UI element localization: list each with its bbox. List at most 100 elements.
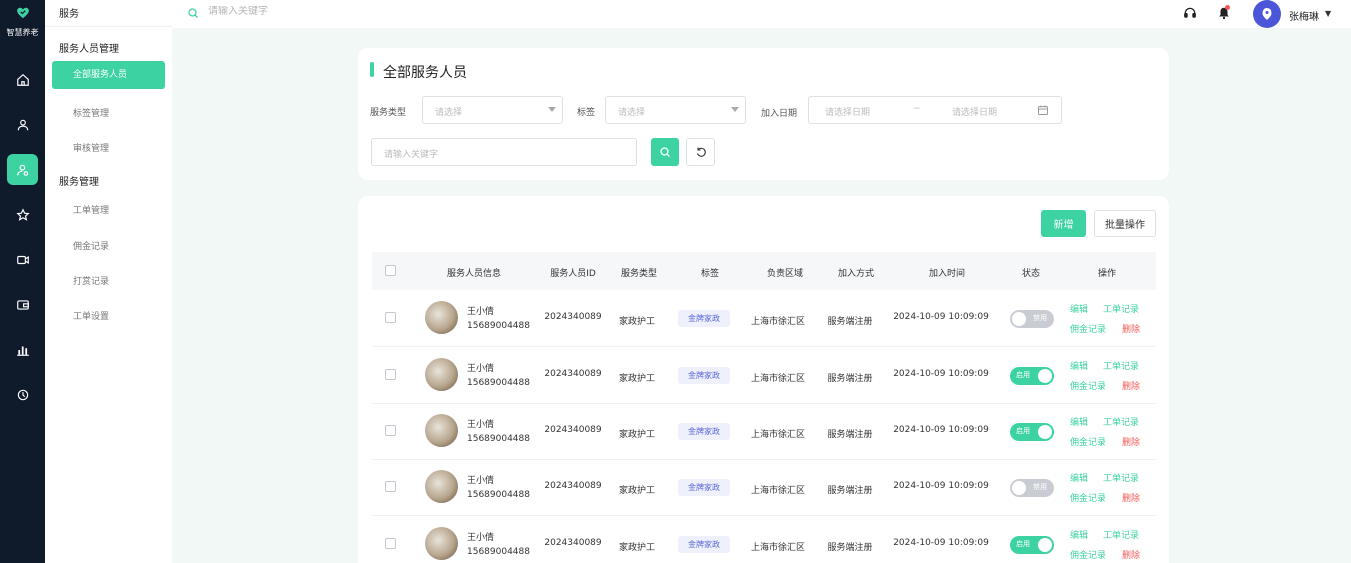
service-type: 家政护工 bbox=[618, 486, 656, 496]
th-join-time: 加入时间 bbox=[928, 269, 966, 279]
join-time: 2024-10-09 10:09:09 bbox=[893, 369, 989, 379]
toggle-knob bbox=[1038, 369, 1052, 383]
service-area: 上海市徐汇区 bbox=[750, 374, 806, 384]
staff-phone: 15689004488 bbox=[467, 490, 530, 500]
service-type-select[interactable]: 请选择 bbox=[422, 96, 563, 124]
search-button[interactable] bbox=[651, 138, 679, 166]
rail-history[interactable] bbox=[7, 379, 38, 410]
table-row: 王小倩 15689004488 2024340089 家政护工 金牌家政 上海市… bbox=[372, 403, 1156, 460]
subnav-item-orders[interactable]: 工单管理 bbox=[73, 203, 109, 216]
keyword-input[interactable]: 请输入关键字 bbox=[371, 138, 637, 166]
calendar-icon bbox=[1038, 105, 1048, 115]
search-icon bbox=[188, 8, 198, 18]
subnav-item-order-settings[interactable]: 工单设置 bbox=[73, 309, 109, 322]
row-checkbox[interactable] bbox=[385, 425, 396, 436]
subnav-item-commission[interactable]: 佣金记录 bbox=[73, 239, 109, 252]
delete-link[interactable]: 删除 bbox=[1122, 322, 1140, 335]
top-bar: 张梅琳 ▼ bbox=[172, 0, 1351, 28]
status-toggle[interactable]: 启用 bbox=[1010, 367, 1054, 385]
order-records-link[interactable]: 工单记录 bbox=[1103, 415, 1139, 428]
staff-id: 2024340089 bbox=[544, 312, 602, 322]
delete-link[interactable]: 删除 bbox=[1122, 548, 1140, 561]
service-area: 上海市徐汇区 bbox=[750, 430, 806, 440]
subnav-item-tags[interactable]: 标签管理 bbox=[73, 106, 109, 119]
table-row: 王小倩 15689004488 2024340089 家政护工 金牌家政 上海市… bbox=[372, 290, 1156, 347]
caret-down-icon[interactable]: ▼ bbox=[1325, 9, 1331, 18]
commission-records-link[interactable]: 佣金记录 bbox=[1070, 322, 1106, 335]
subnav-section-staff[interactable]: 服务人员管理 bbox=[59, 40, 119, 55]
order-records-link[interactable]: 工单记录 bbox=[1103, 359, 1139, 372]
edit-link[interactable]: 编辑 bbox=[1070, 471, 1088, 484]
staff-avatar bbox=[425, 358, 458, 391]
commission-records-link[interactable]: 佣金记录 bbox=[1070, 548, 1106, 561]
service-area: 上海市徐汇区 bbox=[750, 486, 806, 496]
app-logo[interactable]: 智慧养老 bbox=[0, 6, 45, 38]
reset-button[interactable] bbox=[686, 138, 715, 166]
subnav-item-all-staff[interactable]: 全部服务人员 bbox=[52, 61, 165, 89]
row-checkbox[interactable] bbox=[385, 312, 396, 323]
tag-select[interactable]: 请选择 bbox=[605, 96, 746, 124]
join-method: 服务端注册 bbox=[827, 374, 873, 384]
staff-name: 王小倩 bbox=[467, 476, 495, 486]
keyword-placeholder: 请输入关键字 bbox=[384, 150, 439, 160]
select-all-checkbox[interactable] bbox=[385, 265, 396, 276]
delete-link[interactable]: 删除 bbox=[1122, 379, 1140, 392]
order-records-link[interactable]: 工单记录 bbox=[1103, 471, 1139, 484]
commission-records-link[interactable]: 佣金记录 bbox=[1070, 435, 1106, 448]
join-date-range[interactable]: 请选择日期 ~ 请选择日期 bbox=[808, 96, 1062, 124]
join-date-label: 加入日期 bbox=[761, 109, 798, 119]
row-checkbox[interactable] bbox=[385, 369, 396, 380]
staff-phone: 15689004488 bbox=[467, 434, 530, 444]
edit-link[interactable]: 编辑 bbox=[1070, 528, 1088, 541]
join-time: 2024-10-09 10:09:09 bbox=[893, 425, 989, 435]
headset-icon[interactable] bbox=[1183, 6, 1197, 20]
status-text: 启用 bbox=[1016, 427, 1030, 435]
service-type: 家政护工 bbox=[618, 543, 656, 553]
staff-name: 王小倩 bbox=[467, 364, 495, 374]
edit-link[interactable]: 编辑 bbox=[1070, 415, 1088, 428]
status-toggle[interactable]: 启用 bbox=[1010, 536, 1054, 554]
order-records-link[interactable]: 工单记录 bbox=[1103, 528, 1139, 541]
date-start-placeholder: 请选择日期 bbox=[825, 108, 871, 118]
row-checkbox[interactable] bbox=[385, 538, 396, 549]
rail-home[interactable] bbox=[7, 64, 38, 95]
search-icon bbox=[660, 147, 670, 157]
rail-video[interactable] bbox=[7, 244, 38, 275]
order-records-link[interactable]: 工单记录 bbox=[1103, 302, 1139, 315]
delete-link[interactable]: 删除 bbox=[1122, 435, 1140, 448]
th-status: 状态 bbox=[1021, 269, 1041, 279]
rail-service-person[interactable] bbox=[7, 154, 38, 185]
commission-records-link[interactable]: 佣金记录 bbox=[1070, 491, 1106, 504]
status-text: 禁用 bbox=[1033, 483, 1047, 491]
video-icon bbox=[16, 255, 29, 264]
th-actions: 操作 bbox=[1097, 269, 1117, 279]
batch-action-button[interactable]: 批量操作 bbox=[1094, 210, 1156, 237]
subnav-section-service[interactable]: 服务管理 bbox=[59, 173, 99, 188]
rail-stats[interactable] bbox=[7, 334, 38, 365]
edit-link[interactable]: 编辑 bbox=[1070, 302, 1088, 315]
edit-link[interactable]: 编辑 bbox=[1070, 359, 1088, 372]
subnav-item-review[interactable]: 审核管理 bbox=[73, 141, 109, 154]
global-search-input[interactable] bbox=[208, 6, 468, 17]
rail-user[interactable] bbox=[7, 109, 38, 140]
subnav-head: 服务 bbox=[59, 9, 79, 20]
row-checkbox[interactable] bbox=[385, 481, 396, 492]
rail-wallet[interactable] bbox=[7, 289, 38, 320]
commission-records-link[interactable]: 佣金记录 bbox=[1070, 379, 1106, 392]
toggle-knob bbox=[1038, 425, 1052, 439]
add-button[interactable]: 新增 bbox=[1041, 210, 1086, 237]
table-row: 王小倩 15689004488 2024340089 家政护工 金牌家政 上海市… bbox=[372, 459, 1156, 516]
staff-phone: 15689004488 bbox=[467, 321, 530, 331]
rail-favorites[interactable] bbox=[7, 199, 38, 230]
staff-tag-badge: 金牌家政 bbox=[678, 479, 730, 496]
staff-avatar bbox=[425, 414, 458, 447]
status-toggle[interactable]: 禁用 bbox=[1010, 479, 1054, 497]
status-toggle[interactable]: 启用 bbox=[1010, 423, 1054, 441]
delete-link[interactable]: 删除 bbox=[1122, 491, 1140, 504]
subnav-item-tips[interactable]: 打赏记录 bbox=[73, 274, 109, 287]
user-name[interactable]: 张梅琳 bbox=[1289, 8, 1319, 23]
staff-id: 2024340089 bbox=[544, 369, 602, 379]
subnav-divider bbox=[45, 26, 172, 27]
status-toggle[interactable]: 禁用 bbox=[1010, 310, 1054, 328]
user-avatar[interactable] bbox=[1253, 0, 1281, 28]
